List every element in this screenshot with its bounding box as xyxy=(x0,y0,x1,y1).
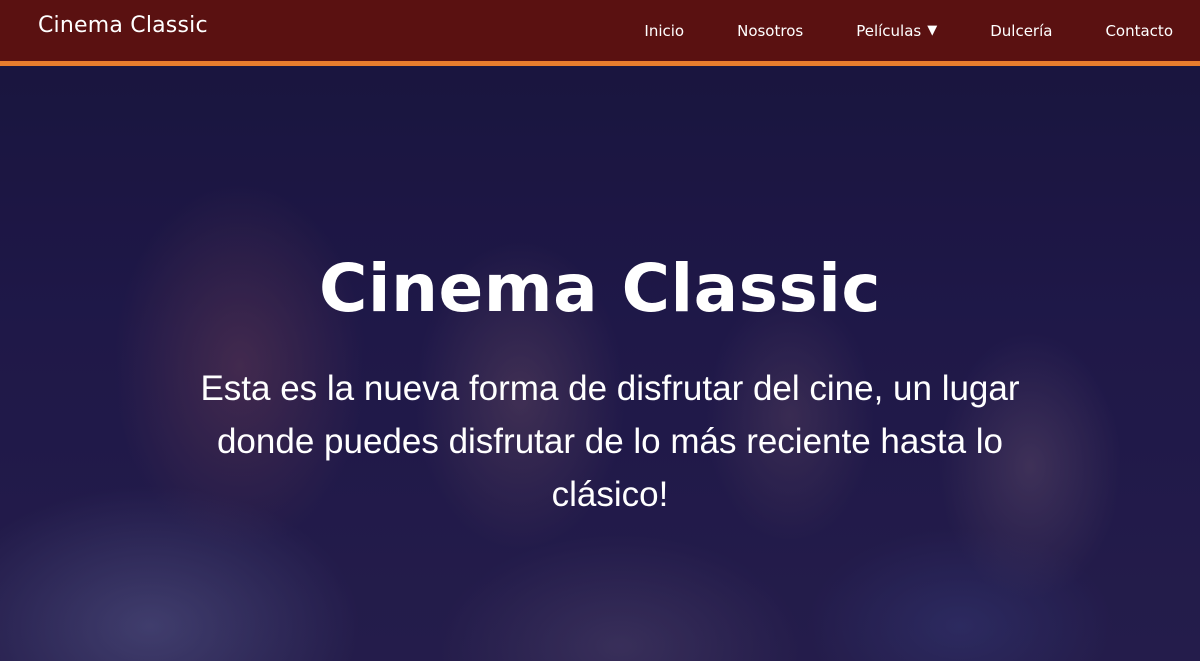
nav-link-label: Nosotros xyxy=(737,21,804,40)
nav-link-inicio[interactable]: Inicio xyxy=(644,22,684,40)
nav-link-label: Películas xyxy=(856,21,922,40)
nav-link-label: Contacto xyxy=(1105,21,1173,40)
brand-logo-link[interactable]: Cinema Classic xyxy=(38,13,208,38)
nav-link-dulceria[interactable]: Dulcería xyxy=(990,22,1052,40)
caret-down-icon: ▼ xyxy=(927,23,938,38)
nav-link-label: Inicio xyxy=(644,21,685,40)
nav-link-peliculas-dropdown[interactable]: Películas ▼ xyxy=(856,22,937,40)
nav-link-contacto[interactable]: Contacto xyxy=(1105,22,1173,40)
nav-link-nosotros[interactable]: Nosotros xyxy=(737,22,803,40)
hero-section: Cinema Classic Esta es la nueva forma de… xyxy=(0,66,1200,661)
navbar: Cinema Classic Inicio Nosotros Películas… xyxy=(0,0,1200,66)
hero-title: Cinema Classic xyxy=(318,250,881,327)
nav-menu: Inicio Nosotros Películas ▼ Dulcería Con… xyxy=(591,0,1200,61)
hero-subtitle: Esta es la nueva forma de disfrutar del … xyxy=(200,369,1020,514)
nav-link-label: Dulcería xyxy=(990,21,1053,40)
